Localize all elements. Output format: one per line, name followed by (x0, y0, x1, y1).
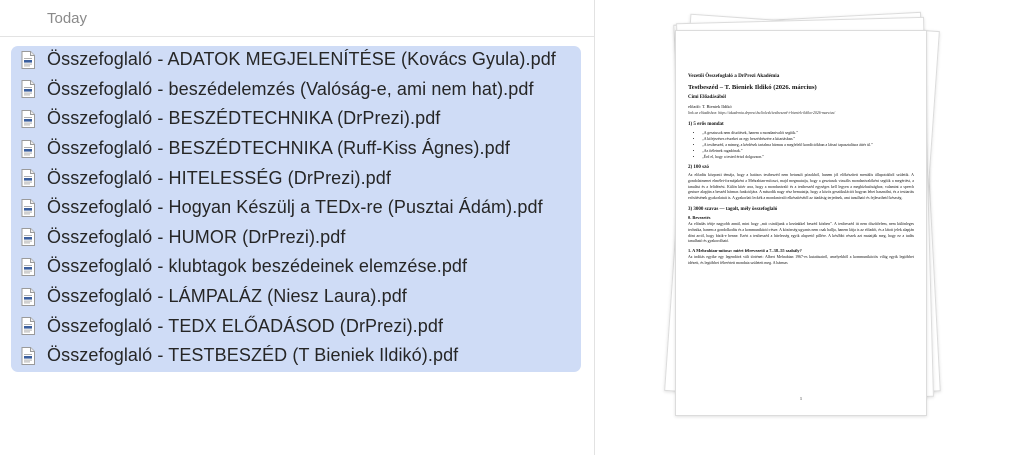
file-name: Összefoglaló - TEDX ELŐADÁSOD (DrPrezi).… (47, 315, 444, 336)
file-row[interactable]: Összefoglaló - Hogyan Készülj a TEDx-re … (11, 193, 581, 223)
section-title: Today (47, 10, 88, 27)
file-row[interactable]: Összefoglaló - TEDX ELŐADÁSOD (DrPrezi).… (11, 311, 581, 341)
pdf-file-icon (21, 50, 35, 69)
file-row[interactable]: Összefoglaló - ADATOK MEGJELENÍTÉSE (Kov… (11, 45, 581, 75)
doc-subheading: 1. A Mehrabian-mítosz: miért félrevezető… (688, 248, 802, 254)
file-row[interactable]: Összefoglaló - HUMOR (DrPrezi).pdf (11, 223, 581, 253)
doc-link: link az előadáshoz: https://akademia.drp… (688, 111, 836, 115)
file-row[interactable]: Összefoglaló - beszédelemzés (Valóság-e,… (11, 75, 581, 105)
pdf-file-icon (21, 317, 35, 336)
doc-title: Testbeszéd – T. Bieniek Ildikó (2026. má… (688, 84, 817, 91)
doc-paragraph: Az előadás központi témája, hogy a hatás… (688, 173, 914, 201)
doc-heading: 1) 5 erős mondat (688, 122, 724, 127)
file-name: Összefoglaló - Hogyan Készülj a TEDx-re … (47, 197, 543, 218)
doc-institution: Vezetői Összefoglaló a DrPrezi Akadémia (688, 73, 780, 79)
file-row[interactable]: Összefoglaló - LÁMPALÁZ (Niesz Laura).pd… (11, 282, 581, 312)
file-name: Összefoglaló - TESTBESZÉD (T Bieniek Ild… (47, 345, 459, 366)
doc-heading: 3) 3000 szavas — tagolt, mély összefogla… (688, 206, 778, 212)
file-name: Összefoglaló - HUMOR (DrPrezi).pdf (47, 226, 346, 247)
file-row[interactable]: Összefoglaló - BESZÉDTECHNIKA (DrPrezi).… (11, 104, 581, 134)
file-row[interactable]: Összefoglaló - BESZÉDTECHNIKA (Ruff-Kiss… (11, 134, 581, 164)
pdf-file-icon (21, 109, 35, 128)
file-row[interactable]: Összefoglaló - TESTBESZÉD (T Bieniek Ild… (11, 341, 581, 371)
pdf-file-icon (21, 169, 35, 188)
file-name: Összefoglaló - HITELESSÉG (DrPrezi).pdf (47, 167, 392, 188)
file-row[interactable]: Összefoglaló - HITELESSÉG (DrPrezi).pdf (11, 163, 581, 193)
doc-heading: 2) 100 szó (688, 165, 709, 170)
doc-paragraph: Az előadás téttje nagyobb annál, mint ho… (688, 221, 914, 244)
doc-paragraph: Az indítás egyike egy legendává vált tör… (688, 255, 914, 265)
pdf-file-icon (21, 198, 35, 217)
doc-subheading: 0. Bevezetés (688, 214, 711, 220)
doc-page-number: 1 (799, 396, 803, 401)
file-name: Összefoglaló - klubtagok beszédeinek ele… (47, 256, 468, 277)
file-name: Összefoglaló - BESZÉDTECHNIKA (DrPrezi).… (47, 108, 441, 129)
pdf-file-icon (21, 228, 35, 247)
doc-bullet: „Érd el, hogy a tested értsd dolgozzon.” (702, 154, 914, 160)
file-name: Összefoglaló - BESZÉDTECHNIKA (Ruff-Kiss… (47, 138, 510, 159)
pdf-file-icon (21, 287, 35, 306)
file-name: Összefoglaló - LÁMPALÁZ (Niesz Laura).pd… (47, 286, 407, 307)
pdf-file-icon (21, 139, 35, 158)
doc-subtitle: Cími Előadásából (688, 95, 726, 100)
file-name: Összefoglaló - ADATOK MEGJELENÍTÉSE (Kov… (47, 49, 556, 70)
pdf-file-icon (21, 346, 35, 365)
file-name: Összefoglaló - beszédelemzés (Valóság-e,… (47, 78, 534, 99)
doc-bullet-list: „A gesztusok nem díszítések, hanem a mon… (698, 130, 914, 160)
file-list-pane: Today Összefoglaló - ADATOK MEGJELENÍTÉS… (0, 0, 594, 455)
pdf-file-icon (21, 257, 35, 276)
pdf-file-icon (21, 80, 35, 99)
preview-pane: Vezetői Összefoglaló a DrPrezi Akadémia … (595, 0, 1024, 455)
file-row[interactable]: Összefoglaló - klubtagok beszédeinek ele… (11, 252, 581, 282)
doc-author: előadó: T. Bieniek Ildikó (688, 104, 732, 109)
section-header: Today (0, 0, 594, 37)
document-preview-page[interactable]: Vezetői Összefoglaló a DrPrezi Akadémia … (675, 30, 927, 416)
